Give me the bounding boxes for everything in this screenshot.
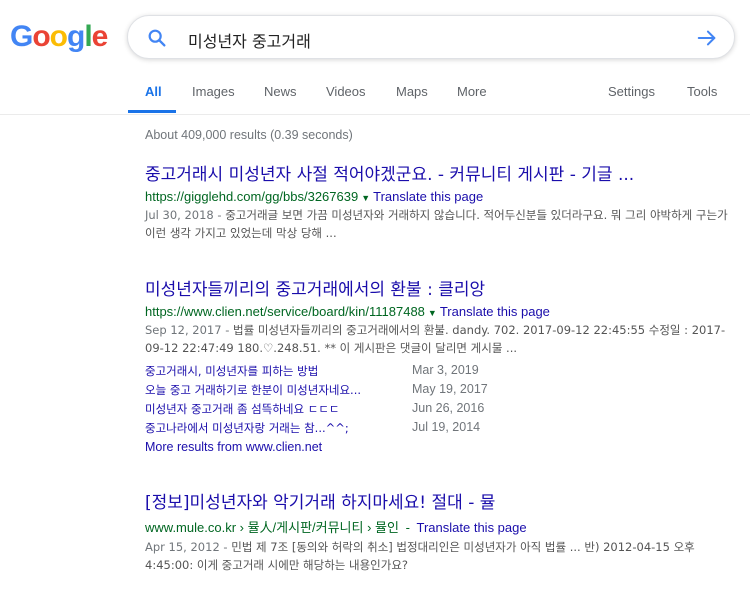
- active-tab-indicator: [128, 110, 176, 113]
- result-date: Jul 30, 2018 -: [145, 208, 226, 222]
- caret-down-icon[interactable]: ▼: [361, 193, 370, 203]
- sitelinks: 중고거래시, 미성년자를 피하는 방법 Mar 3, 2019 오늘 중고 거래…: [145, 363, 740, 454]
- caret-down-icon[interactable]: ▼: [428, 308, 437, 318]
- sitelink-row: 오늘 중고 거래하기로 한분이 미성년자네요... May 19, 2017: [145, 382, 740, 401]
- snippet-text: 중고거래글 보면 가끔 미성년자와 거래하지 않습니다. 적어두신분들 있더라구…: [145, 208, 728, 240]
- result-title-link[interactable]: 미성년자들끼리의 중고거래에서의 환불 : 클리앙: [145, 275, 740, 300]
- sitelink-date: Mar 3, 2019: [412, 363, 479, 377]
- tab-settings[interactable]: Settings: [608, 84, 655, 99]
- search-icon[interactable]: [146, 27, 168, 49]
- sitelink-date: Jul 19, 2014: [412, 420, 481, 434]
- result-url-text: https://www.clien.net/service/board/kin/…: [145, 304, 425, 319]
- sitelink-row: 미성년자 중고거래 좀 섬뜩하네요 ㄷㄷㄷ Jun 26, 2016: [145, 401, 740, 420]
- tab-videos[interactable]: Videos: [326, 84, 366, 99]
- tab-images[interactable]: Images: [192, 84, 235, 99]
- tab-news[interactable]: News: [264, 84, 297, 99]
- search-result: 미성년자들끼리의 중고거래에서의 환불 : 클리앙 https://www.cl…: [145, 275, 740, 454]
- logo-letter: l: [84, 20, 92, 53]
- google-logo[interactable]: Google: [10, 20, 109, 54]
- sitelink-date: Jun 26, 2016: [412, 401, 485, 415]
- search-input[interactable]: 미성년자 중고거래: [188, 28, 311, 52]
- result-snippet: Sep 12, 2017 - 법률 미성년자들끼리의 중고거래에서의 환불. d…: [145, 321, 740, 357]
- more-results-link[interactable]: More results from www.clien.net: [145, 440, 740, 454]
- logo-letter: o: [32, 20, 50, 53]
- result-url: https://www.clien.net/service/board/kin/…: [145, 304, 740, 319]
- result-url-text: https://gigglehd.com/gg/bbs/3267639: [145, 189, 359, 204]
- translate-link[interactable]: Translate this page: [440, 304, 550, 319]
- result-url-text: www.mule.co.kr › 뮬人/게시판/커뮤니티 › 뮬인: [145, 520, 399, 535]
- tab-more[interactable]: More: [457, 84, 487, 99]
- logo-letter: G: [10, 20, 33, 53]
- result-title-link[interactable]: [정보]미성년자와 악기거래 하지마세요! 절대 - 뮬: [145, 488, 740, 513]
- result-url: www.mule.co.kr › 뮬人/게시판/커뮤니티 › 뮬인 - Tran…: [145, 520, 527, 535]
- result-stats: About 409,000 results (0.39 seconds): [145, 128, 353, 142]
- sitelink-row: 중고나라에서 미성년자랑 거래는 참...^^; Jul 19, 2014: [145, 420, 740, 439]
- result-snippet: Apr 15, 2012 - 민법 제 7조 [동의와 허락의 취소] 법정대리…: [145, 538, 740, 574]
- snippet-text: 법률 미성년자들끼리의 중고거래에서의 환불. dandy. 702. 2017…: [145, 323, 726, 355]
- sitelink[interactable]: 중고거래시, 미성년자를 피하는 방법: [145, 363, 318, 379]
- tab-all[interactable]: All: [145, 84, 162, 99]
- arrow-right-icon[interactable]: [696, 27, 718, 49]
- result-date: Apr 15, 2012 -: [145, 540, 232, 554]
- logo-letter: e: [91, 20, 109, 53]
- logo-letter: g: [67, 20, 85, 53]
- result-url: https://gigglehd.com/gg/bbs/3267639 ▼ Tran…: [145, 189, 740, 204]
- translate-link[interactable]: Translate this page: [417, 520, 527, 535]
- sitelink[interactable]: 오늘 중고 거래하기로 한분이 미성년자네요...: [145, 382, 361, 398]
- logo-letter: o: [49, 20, 68, 53]
- sitelink[interactable]: 중고나라에서 미성년자랑 거래는 참...^^;: [145, 420, 349, 436]
- search-result: [정보]미성년자와 악기거래 하지마세요! 절대 - 뮬 www.mule.co…: [145, 488, 740, 574]
- tab-maps[interactable]: Maps: [396, 84, 428, 99]
- result-date: Sep 12, 2017 -: [145, 323, 234, 337]
- sitelink-row: 중고거래시, 미성년자를 피하는 방법 Mar 3, 2019: [145, 363, 740, 382]
- sitelink-date: May 19, 2017: [412, 382, 488, 396]
- search-result: 중고거래시 미성년자 사절 적어야겠군요. - 커뮤니티 게시판 - 기글 ..…: [145, 160, 740, 242]
- result-title-link[interactable]: 중고거래시 미성년자 사절 적어야겠군요. - 커뮤니티 게시판 - 기글 ..…: [145, 160, 740, 185]
- sitelink[interactable]: 미성년자 중고거래 좀 섬뜩하네요 ㄷㄷㄷ: [145, 401, 339, 417]
- search-tabs: All Images News Videos Maps More Setting…: [0, 80, 750, 115]
- tab-tools[interactable]: Tools: [687, 84, 717, 99]
- result-snippet: Jul 30, 2018 - 중고거래글 보면 가끔 미성년자와 거래하지 않습…: [145, 206, 740, 242]
- translate-link[interactable]: Translate this page: [373, 189, 483, 204]
- search-box[interactable]: 미성년자 중고거래: [127, 15, 735, 59]
